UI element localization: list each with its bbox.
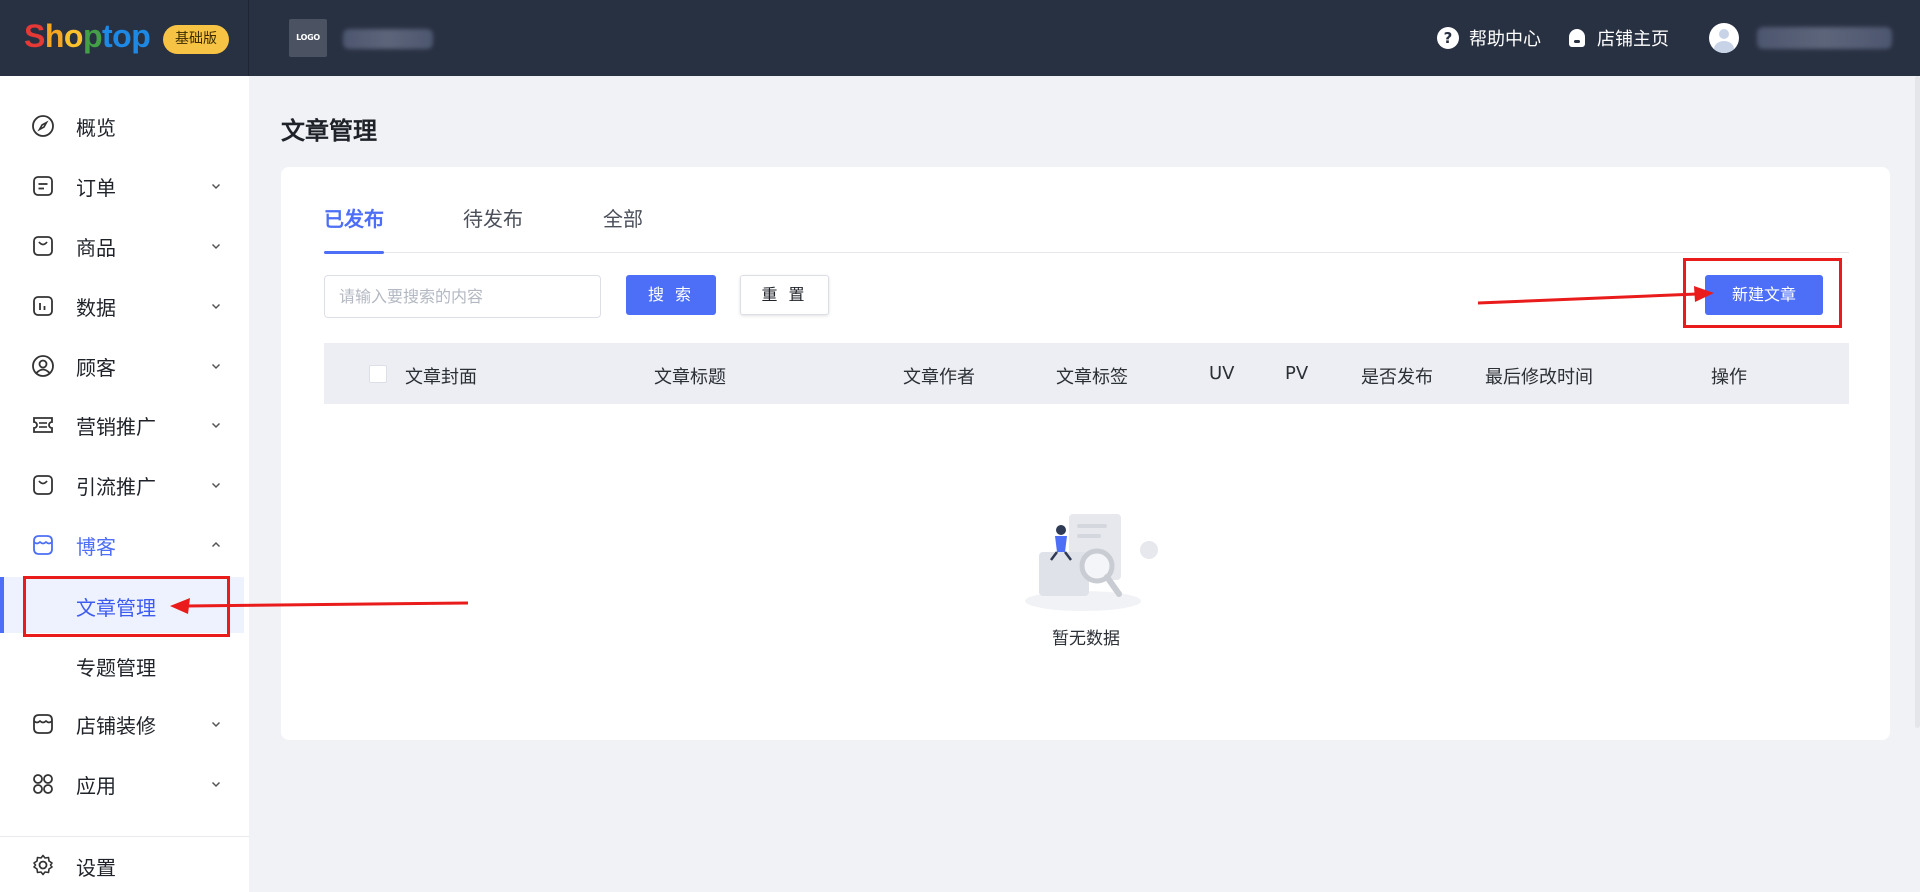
logo-letter: S [24,18,45,54]
chevron-down-icon [211,183,221,190]
chevron-up-icon [211,541,221,548]
chevron-down-icon [211,781,221,788]
tab-published[interactable]: 已发布 [324,203,384,254]
gear-icon [31,853,55,877]
sidebar-item-label: 应用 [76,773,116,798]
shop-home-label: 店铺主页 [1597,29,1669,50]
column-header: 文章作者 [903,367,975,388]
order-icon [31,174,55,198]
sidebar-item-data[interactable]: 数据 [0,278,244,334]
sidebar-item-label: 商品 [76,235,116,260]
question-icon: ? [1437,27,1459,49]
compass-icon [31,114,55,138]
column-header: 文章封面 [405,367,477,388]
apps-icon [31,772,55,796]
chevron-down-icon [211,422,221,429]
column-header: PV [1285,363,1309,384]
sidebar-scrollbar[interactable] [1915,76,1920,728]
search-button[interactable]: 搜 索 [626,275,716,315]
empty-state-text: 暂无数据 [1052,629,1120,649]
shop-home-link[interactable]: 店铺主页 [1567,0,1669,76]
sidebar-item-customers[interactable]: 顾客 [0,338,244,394]
top-bar: Shoptop 基础版 LOGO ? 帮助中心 店铺主页 [0,0,1920,76]
chevron-down-icon [211,363,221,370]
user-name-blurred [1757,27,1892,49]
tab-pending[interactable]: 待发布 [463,203,523,253]
select-all-checkbox[interactable] [369,365,387,383]
help-center-label: 帮助中心 [1469,29,1541,50]
chevron-down-icon [211,243,221,250]
sidebar-item-label: 引流推广 [76,474,156,499]
sidebar-item-label: 订单 [76,175,116,200]
store-logo[interactable]: LOGO [289,19,327,57]
empty-illustration [1011,508,1161,618]
store-icon [31,533,55,557]
logo-letter: p [131,18,151,54]
sidebar-item-label: 店铺装修 [76,713,156,738]
column-header: 文章标题 [654,367,726,388]
store-icon [31,712,55,736]
sidebar-item-apps[interactable]: 应用 [0,756,244,812]
help-center-link[interactable]: ? 帮助中心 [1437,0,1541,76]
chart-icon [31,294,55,318]
annotation-box [23,576,230,637]
bag-icon [31,234,55,258]
user-menu[interactable] [1709,0,1739,76]
annotation-box [1683,258,1842,328]
column-header: 操作 [1711,367,1747,388]
sidebar-item-blog[interactable]: 博客 [0,517,244,573]
store-name-blurred [343,29,433,49]
sidebar-item-products[interactable]: 商品 [0,218,244,274]
user-circle-icon [31,354,55,378]
sidebar-item-traffic[interactable]: 引流推广 [0,457,244,513]
sidebar-subitem-label: 专题管理 [76,656,156,680]
sidebar-item-label: 概览 [76,115,116,140]
chevron-down-icon [211,303,221,310]
table-header: 文章封面 文章标题 文章作者 文章标签 UV PV 是否发布 最后修改时间 操作 [324,343,1849,404]
sidebar-item-overview[interactable]: 概览 [0,98,244,154]
bag-icon [31,473,55,497]
sidebar-subitem-topics[interactable]: 专题管理 [0,637,244,693]
chevron-down-icon [211,482,221,489]
sidebar-item-label: 数据 [76,295,116,320]
shoptop-logo[interactable]: Shoptop [24,18,151,55]
page-title: 文章管理 [281,117,377,145]
column-header: 文章标签 [1056,367,1128,388]
edition-badge: 基础版 [163,25,229,54]
settings-label: 设置 [76,856,116,880]
column-header: UV [1209,363,1235,384]
status-tabs: 已发布 待发布 全部 [324,203,1849,254]
reset-button[interactable]: 重 置 [740,275,829,315]
search-input[interactable] [324,275,601,318]
chevron-down-icon [211,721,221,728]
logo-letter: o [63,18,84,54]
sidebar-item-marketing[interactable]: 营销推广 [0,397,244,453]
avatar [1709,23,1739,53]
sidebar-item-label: 顾客 [76,355,116,380]
sidebar-item-orders[interactable]: 订单 [0,158,244,214]
column-header: 最后修改时间 [1485,367,1593,388]
shop-icon [1567,27,1587,49]
content-card: 已发布 待发布 全部 搜 索 重 置 新建文章 文章封面 文章标题 文章作者 文… [281,167,1890,740]
logo-letter: h [44,18,65,54]
column-header: 是否发布 [1361,367,1433,388]
sidebar-item-label: 博客 [76,534,116,559]
brand-area: Shoptop 基础版 [0,0,249,76]
ticket-icon [31,413,55,437]
sidebar-settings[interactable]: 设置 [0,836,249,892]
logo-letter: p [82,18,103,54]
sidebar-item-label: 营销推广 [76,414,156,439]
tab-all[interactable]: 全部 [603,203,643,253]
logo-letter: t [101,18,113,54]
sidebar-item-store-design[interactable]: 店铺装修 [0,696,244,752]
logo-letter: o [112,18,132,54]
